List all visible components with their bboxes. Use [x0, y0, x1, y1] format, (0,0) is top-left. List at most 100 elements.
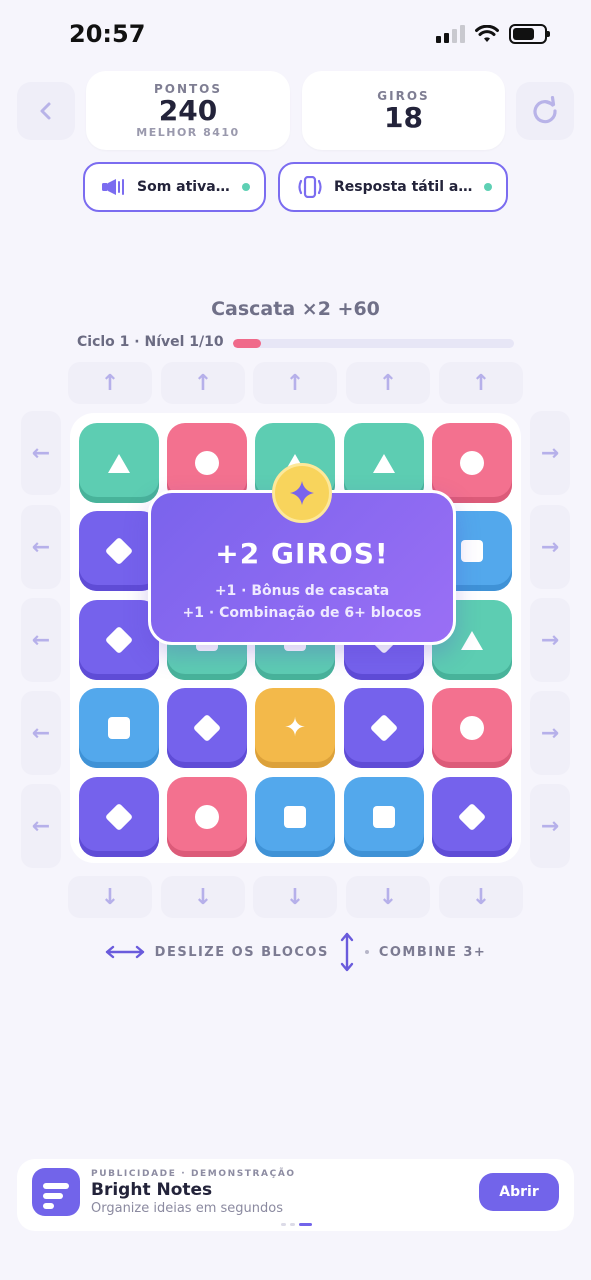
reward-badge [272, 463, 332, 523]
ad-banner[interactable]: PUBLICIDADE · DEMONSTRAÇÃO Bright Notes … [17, 1159, 574, 1231]
cycle-level-label: Ciclo 1 · Nível 1/10 [77, 334, 224, 350]
shift-down-col-2-icon: ↓ [193, 884, 213, 910]
status-icons [436, 24, 550, 44]
shift-left-row-5-button[interactable]: ← [21, 784, 61, 868]
tile-purple-diamond[interactable] [79, 511, 159, 591]
shift-up-col-3-icon: ↑ [285, 370, 305, 396]
shift-up-col-4-icon: ↑ [378, 370, 398, 396]
shift-up-col-5-button[interactable]: ↑ [439, 362, 523, 404]
shift-down-col-5-icon: ↓ [471, 884, 491, 910]
shift-left-row-2-button[interactable]: ← [21, 505, 61, 589]
best-score: MELHOR 8410 [136, 126, 240, 139]
app-icon [32, 1168, 80, 1216]
wifi-icon [475, 25, 499, 42]
triangle-icon [108, 453, 130, 473]
status-bar: 20:57 [0, 0, 591, 70]
sparkle-icon [290, 481, 314, 505]
shift-left-row-4-button[interactable]: ← [21, 691, 61, 775]
gesture-hint: DESLIZE OS BLOCOS COMBINE 3+ [0, 932, 591, 972]
vibration-icon [298, 176, 322, 198]
haptics-status-dot [484, 183, 492, 191]
tile-pink-circle[interactable] [167, 777, 247, 857]
shift-down-col-3-icon: ↓ [285, 884, 305, 910]
shift-left-row-4-icon: ← [31, 720, 51, 746]
sound-status-dot [242, 183, 250, 191]
level-progress-fill [233, 339, 262, 348]
shift-up-col-1-button[interactable]: ↑ [68, 362, 152, 404]
haptics-toggle-label: Resposta tátil at... [334, 179, 474, 195]
shift-left-row-1-icon: ← [31, 440, 51, 466]
shift-down-col-4-icon: ↓ [378, 884, 398, 910]
status-time: 20:57 [69, 20, 146, 48]
shift-left-row-1-button[interactable]: ← [21, 411, 61, 495]
ad-open-button[interactable]: Abrir [479, 1173, 559, 1211]
tile-blue-square[interactable] [344, 777, 424, 857]
restart-button[interactable] [516, 82, 574, 140]
shift-right-row-4-button[interactable]: → [530, 691, 570, 775]
tile-pink-circle[interactable] [432, 423, 512, 503]
shift-left-row-3-button[interactable]: ← [21, 598, 61, 682]
cellular-signal-icon [436, 25, 465, 43]
shift-up-col-5-icon: ↑ [471, 370, 491, 396]
tile-gold-sparkle[interactable]: ✦ [255, 688, 335, 768]
shift-right-row-2-button[interactable]: → [530, 505, 570, 589]
tile-purple-diamond[interactable] [79, 600, 159, 680]
hint-separator [364, 950, 369, 954]
chevron-left-icon [40, 102, 51, 120]
battery-icon [509, 24, 550, 44]
circle-icon [195, 451, 219, 475]
shift-right-row-5-button[interactable]: → [530, 784, 570, 868]
shift-right-row-3-button[interactable]: → [530, 598, 570, 682]
diamond-icon [104, 536, 134, 566]
diamond-icon [192, 713, 222, 743]
square-icon [461, 540, 483, 562]
shift-left-row-3-icon: ← [31, 627, 51, 653]
shift-down-col-2-button[interactable]: ↓ [161, 876, 245, 918]
ad-tag: PUBLICIDADE · DEMONSTRAÇÃO [91, 1169, 296, 1179]
swipe-hint-text: DESLIZE OS BLOCOS [154, 944, 329, 960]
triangle-icon [373, 453, 395, 473]
shift-right-row-1-button[interactable]: → [530, 411, 570, 495]
shift-up-col-3-button[interactable]: ↑ [253, 362, 337, 404]
haptics-toggle[interactable]: Resposta tátil at... [278, 162, 508, 212]
vertical-arrows-icon [340, 932, 354, 972]
level-progress-bar [233, 339, 514, 348]
shift-left-row-5-icon: ← [31, 813, 51, 839]
shift-down-col-5-button[interactable]: ↓ [439, 876, 523, 918]
shift-right-row-2-icon: → [540, 534, 560, 560]
ad-title: Bright Notes [91, 1180, 213, 1200]
circle-icon [460, 451, 484, 475]
circle-icon [460, 716, 484, 740]
shift-up-col-4-button[interactable]: ↑ [346, 362, 430, 404]
tile-blue-square[interactable] [255, 777, 335, 857]
square-icon [373, 806, 395, 828]
tile-purple-diamond[interactable] [432, 777, 512, 857]
tile-purple-diamond[interactable] [79, 777, 159, 857]
triangle-icon [461, 630, 483, 650]
combine-hint-text: COMBINE 3+ [378, 944, 487, 960]
back-button[interactable] [17, 82, 75, 140]
ad-subtitle: Organize ideias em segundos [91, 1201, 283, 1216]
refresh-icon [533, 96, 557, 124]
tile-blue-square[interactable] [79, 688, 159, 768]
spins-value: 18 [384, 101, 423, 134]
shift-up-col-1-icon: ↑ [100, 370, 120, 396]
ad-page-indicator [281, 1223, 312, 1226]
tile-purple-diamond[interactable] [344, 688, 424, 768]
tile-pink-circle[interactable] [432, 688, 512, 768]
cascade-indicator: Cascata ×2 +60 [211, 298, 380, 320]
shift-down-col-4-button[interactable]: ↓ [346, 876, 430, 918]
sound-toggle[interactable]: Som ativado [83, 162, 266, 212]
tile-purple-diamond[interactable] [167, 688, 247, 768]
reward-line-cascade: +1 · Bônus de cascata [214, 583, 390, 599]
shift-right-row-5-icon: → [540, 813, 560, 839]
tile-teal-triangle[interactable] [79, 423, 159, 503]
shift-down-col-1-icon: ↓ [100, 884, 120, 910]
shift-left-row-2-icon: ← [31, 534, 51, 560]
sparkle-icon: ✦ [284, 713, 306, 743]
square-icon [284, 806, 306, 828]
shift-down-col-1-button[interactable]: ↓ [68, 876, 152, 918]
shift-up-col-2-button[interactable]: ↑ [161, 362, 245, 404]
shift-down-col-3-button[interactable]: ↓ [253, 876, 337, 918]
horizontal-arrows-icon [105, 945, 144, 959]
